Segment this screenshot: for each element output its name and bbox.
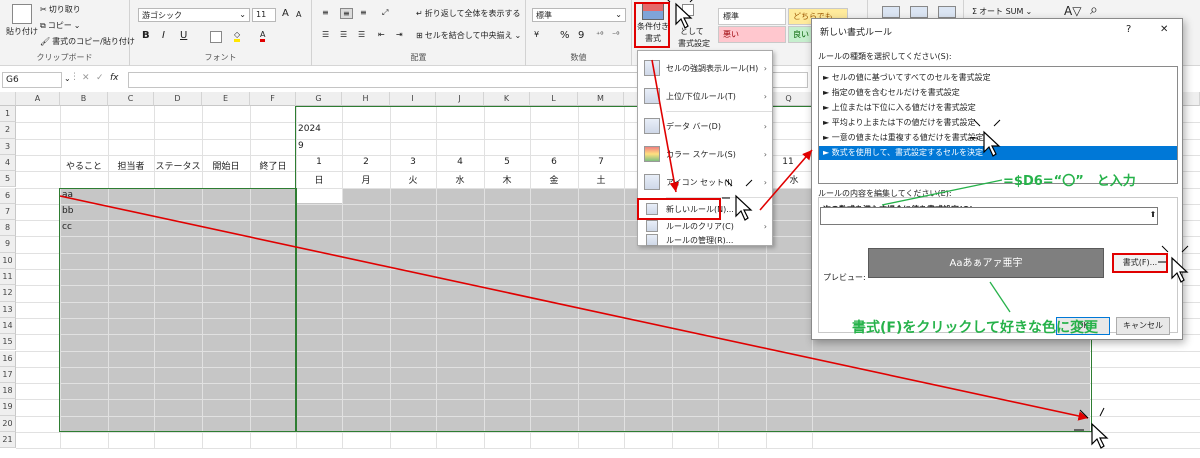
formula-hint-note: =$D6=“〇” と入力 [1003,174,1136,189]
annotation-overlay [59,0,1189,449]
mouse-cursor-icon [1171,256,1189,283]
arrow-to-new-rule [651,59,680,193]
format-hint-note: 書式(F)をクリックして好きな色に変更 [852,320,1098,336]
arrow-range-selection [59,195,1089,421]
mouse-cursor-icon [983,130,1001,157]
format-hint-leader [989,281,1011,313]
excel-window: 貼り付け ✂ 切り取り ⧉ コピー ⌄ 🖌 書式のコピー/貼り付け クリップボー… [0,0,1200,458]
formula-hint-leader [881,179,1003,206]
mouse-cursor-icon [735,194,753,221]
mouse-cursor-icon [1091,422,1109,449]
mouse-cursor-icon [675,2,693,29]
arrow-to-dialog [759,149,813,211]
